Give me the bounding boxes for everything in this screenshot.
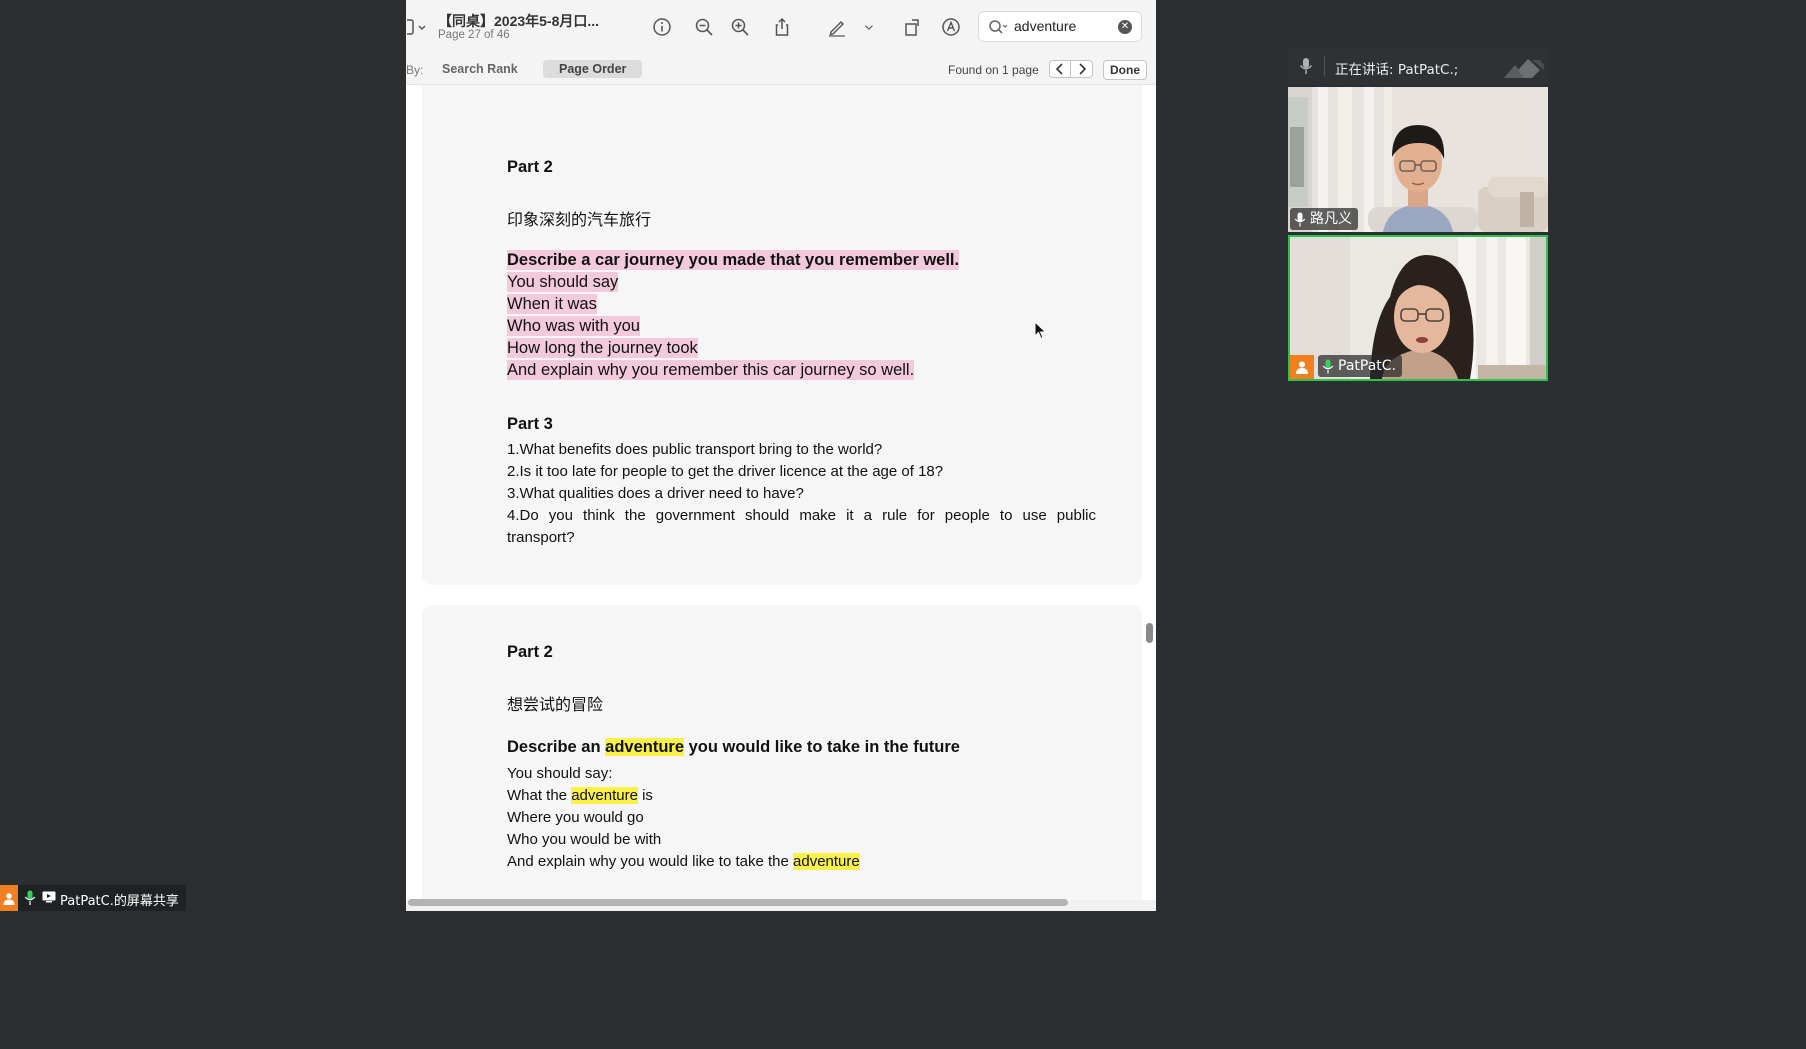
question-line: transport?: [507, 529, 575, 546]
zoom-in-button[interactable]: [727, 14, 753, 40]
zoom-in-icon: [731, 18, 749, 36]
participant-name: 路凡义: [1310, 211, 1352, 227]
screen-share-label: PatPatC.的屏幕共享: [60, 894, 179, 909]
topic-chinese-title: 印象深刻的汽车旅行: [507, 210, 652, 229]
search-icon: [989, 20, 1008, 34]
microphone-icon: [1294, 212, 1306, 226]
zoom-out-icon: [695, 18, 713, 36]
text-segment: And explain why you would like to take t…: [507, 853, 794, 870]
microphone-active-icon: [24, 890, 36, 905]
viewer-toolbar: 【同桌】2023年5-8月口... Page 27 of 46 ✕: [406, 0, 1156, 56]
cue-line: Where you would go: [507, 809, 644, 826]
zoom-out-button[interactable]: [691, 14, 717, 40]
host-badge: [0, 885, 18, 911]
chevron-left-icon: [1055, 63, 1063, 75]
text-segment: you would like to take in the future: [684, 738, 960, 756]
search-match-highlight: adventure: [793, 853, 860, 870]
cue-line: You should say: [507, 272, 619, 292]
participant-name: PatPatC.: [1338, 358, 1396, 374]
found-count-label: Found on 1 page: [948, 63, 1039, 77]
speaking-indicator-label: 正在讲话: PatPatC.;: [1335, 62, 1459, 78]
part-heading: Part 2: [507, 158, 553, 176]
cue-card-title: Describe an adventure you would like to …: [507, 738, 960, 757]
sort-search-rank-button[interactable]: Search Rank: [442, 62, 518, 76]
sort-by-label: By:: [406, 63, 424, 77]
mouse-cursor-icon: [1034, 321, 1047, 340]
question-line: 2.Is it too late for people to get the d…: [507, 463, 944, 480]
annotate-icon: [942, 18, 960, 36]
rotate-icon: [905, 19, 919, 36]
pdf-viewer-window: 【同桌】2023年5-8月口... Page 27 of 46 ✕: [406, 0, 1156, 911]
divider: [1324, 56, 1325, 76]
question-line: 3.What qualities does a driver need to h…: [507, 485, 804, 502]
markup-button[interactable]: [824, 14, 850, 40]
cue-card-title: Describe a car journey you made that you…: [507, 250, 960, 270]
participant-name-tag: PatPatC.: [1318, 355, 1402, 377]
document-title: 【同桌】2023年5-8月口...: [438, 13, 600, 29]
participant-name-tag: 路凡义: [1290, 208, 1358, 230]
info-icon: [653, 18, 671, 36]
horizontal-scrollbar[interactable]: [408, 899, 1068, 906]
document-content: Part 2 印象深刻的汽车旅行 Describe a car journey …: [406, 85, 1156, 900]
previous-result-button[interactable]: [1049, 60, 1071, 78]
chevron-down-icon: [865, 25, 873, 30]
done-button[interactable]: Done: [1103, 60, 1147, 80]
text-segment: What the: [507, 787, 572, 804]
part-heading: Part 2: [507, 643, 553, 661]
microphone-icon: [1299, 58, 1313, 74]
text-segment: is: [637, 787, 653, 804]
sort-page-order-button[interactable]: Page Order: [543, 60, 643, 78]
part-heading: Part 3: [507, 415, 553, 433]
share-icon: [775, 17, 789, 36]
cue-line: What the adventure is: [507, 787, 653, 804]
search-match-highlight: adventure: [605, 738, 684, 756]
view-switch-icon[interactable]: [1504, 56, 1544, 78]
search-field[interactable]: ✕: [978, 11, 1142, 42]
person-icon: [1296, 361, 1308, 374]
sidebar-toggle-button[interactable]: [406, 14, 428, 40]
screen-share-icon: [42, 891, 56, 903]
cue-line: When it was: [507, 294, 597, 314]
rotate-button[interactable]: [900, 14, 926, 40]
clear-search-icon[interactable]: ✕: [1118, 20, 1132, 34]
cue-line: You should say:: [507, 765, 613, 782]
question-line: 1.What benefits does public transport br…: [507, 441, 883, 458]
active-speaker-bar: 正在讲话: PatPatC.;: [1288, 48, 1548, 85]
host-badge: [1290, 355, 1314, 379]
chevron-right-icon: [1078, 63, 1086, 75]
participant-video-tile[interactable]: PatPatC.: [1288, 235, 1548, 381]
vertical-scrollbar[interactable]: [1146, 623, 1153, 643]
next-result-button[interactable]: [1071, 60, 1093, 78]
pen-icon: [829, 21, 845, 37]
find-results-bar: By: Search Rank Page Order Found on 1 pa…: [406, 56, 1156, 85]
cue-line: And explain why you would like to take t…: [507, 853, 860, 870]
text-segment: Describe an: [507, 738, 606, 756]
info-button[interactable]: [649, 14, 675, 40]
screen-share-status[interactable]: PatPatC.的屏幕共享: [0, 885, 186, 911]
person-icon: [3, 892, 15, 905]
document-page: Part 2 想尝试的冒险 Describe an adventure you …: [422, 605, 1142, 900]
cue-line: Who was with you: [507, 316, 640, 336]
cue-line: And explain why you remember this car jo…: [507, 360, 915, 380]
microphone-active-icon: [1322, 359, 1334, 373]
question-line: 4.Do you think the government should mak…: [507, 507, 1096, 524]
search-input[interactable]: [1014, 18, 1114, 34]
page-indicator: Page 27 of 46: [438, 29, 510, 41]
markup-menu-button[interactable]: [862, 14, 876, 40]
search-match-highlight: adventure: [571, 787, 638, 804]
cue-line: How long the journey took: [507, 338, 698, 358]
topic-chinese-title: 想尝试的冒险: [507, 695, 604, 714]
participant-video-tile[interactable]: 路凡义: [1288, 87, 1548, 232]
annotate-button[interactable]: [938, 14, 964, 40]
cue-line: Who you would be with: [507, 831, 662, 848]
sidebar-icon: [407, 19, 426, 35]
share-button[interactable]: [769, 14, 795, 40]
